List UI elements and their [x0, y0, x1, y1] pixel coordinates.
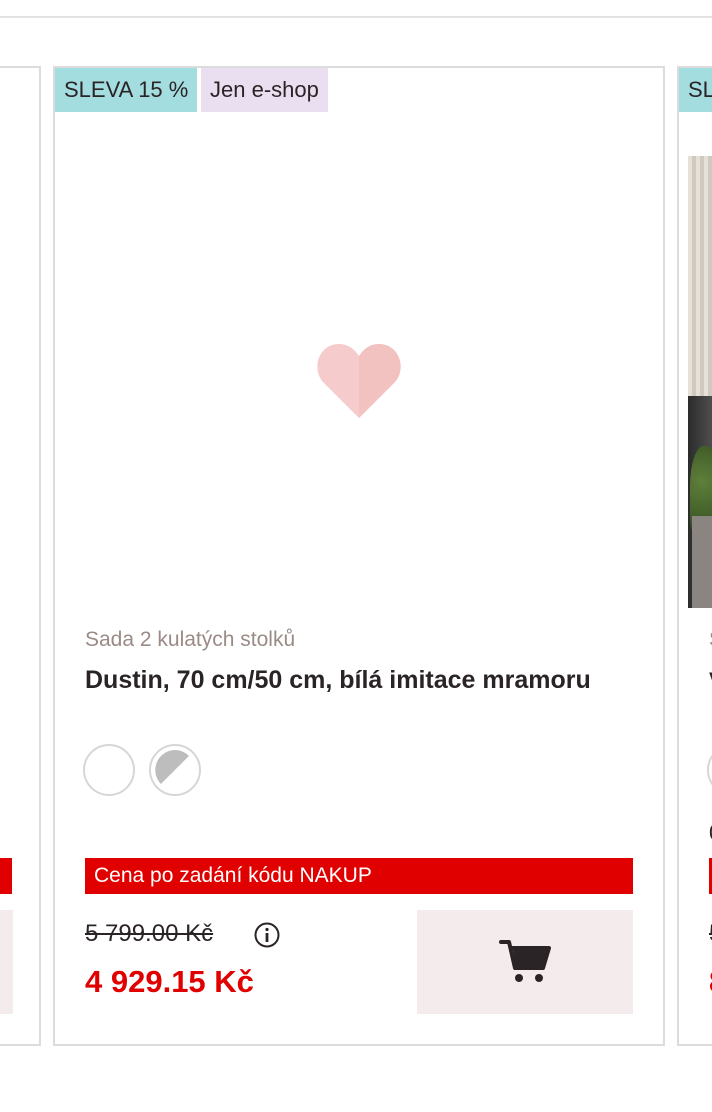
- swatch-marble-fill: [155, 750, 195, 790]
- top-divider: [0, 16, 712, 18]
- promo-code-banner: Cena po zadání kódu NAKUP: [85, 858, 633, 894]
- add-to-cart-button[interactable]: [417, 910, 633, 1014]
- product-title[interactable]: Dustin, 70 cm/50 cm, bílá imitace mramor…: [85, 660, 645, 700]
- product-card-previous[interactable]: [0, 66, 41, 1046]
- color-swatch-next[interactable]: [707, 744, 712, 796]
- original-price: 5 799.00 Kč: [85, 920, 214, 947]
- eshop-only-badge: Jen e-shop: [201, 68, 328, 112]
- photo-pot: [692, 516, 712, 608]
- discount-badge: SLEVA 15 %: [55, 68, 198, 112]
- color-swatch-marble[interactable]: [149, 744, 201, 796]
- product-image-next[interactable]: [688, 156, 712, 608]
- info-icon[interactable]: [253, 921, 281, 949]
- photo-background: [688, 156, 712, 396]
- discounted-price: 4 929.15 Kč: [85, 964, 254, 999]
- color-swatch-white[interactable]: [83, 744, 135, 796]
- product-card[interactable]: SLEVA 15 % Jen e-shop Sada 2 kulatých st…: [53, 66, 665, 1046]
- product-category: Sada 2 kulatých stolků: [85, 628, 296, 651]
- heart-icon: [317, 344, 401, 418]
- product-card-next[interactable]: SLEVA S V 0 5 8: [677, 66, 712, 1046]
- discount-badge-next: SLEVA: [679, 68, 712, 112]
- promo-banner-fragment: [0, 858, 12, 894]
- cart-icon: [499, 940, 551, 982]
- add-to-cart-button-fragment[interactable]: [0, 910, 13, 1014]
